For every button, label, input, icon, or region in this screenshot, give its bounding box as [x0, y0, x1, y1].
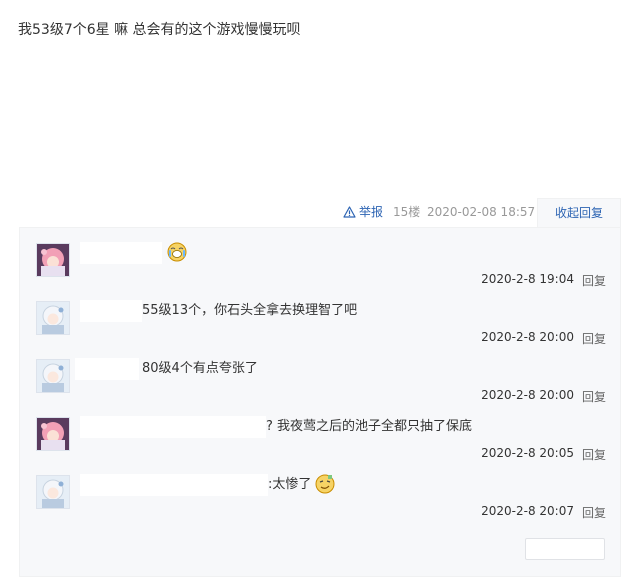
- post-content: 我53级7个6星 嘛 总会有的这个游戏慢慢玩呗: [18, 22, 301, 38]
- reply-text: 55级13个，你石头全拿去换理智了吧: [142, 303, 358, 318]
- reply-time: 2020-2-8 19:04: [481, 272, 574, 286]
- reply-time: 2020-2-8 20:05: [481, 446, 574, 460]
- smug-face-emoji: [314, 473, 336, 495]
- reply-item: 80级4个有点夸张了 2020-2-8 20:00 回复: [20, 344, 620, 404]
- reply-input-box[interactable]: [525, 538, 605, 560]
- reply-item: ? 我夜莺之后的池子全都只抽了保底 2020-2-8 20:05 回复: [20, 402, 620, 462]
- report-button[interactable]: 举报: [343, 198, 383, 226]
- reply-text: ? 我夜莺之后的池子全都只抽了保底: [266, 419, 473, 434]
- username-redacted[interactable]: [80, 416, 266, 438]
- reply-item: 55级13个，你石头全拿去换理智了吧 2020-2-8 20:00 回复: [20, 286, 620, 346]
- reply-panel: 2020-2-8 19:04 回复 55级13个，你石头全拿去换理智了吧 202…: [19, 227, 621, 577]
- reply-link[interactable]: 回复: [582, 504, 606, 521]
- reply-text: 80级4个有点夸张了: [142, 361, 258, 376]
- username-redacted[interactable]: [75, 358, 139, 380]
- reply-time: 2020-2-8 20:00: [481, 330, 574, 344]
- reply-item: :太惨了 2020-2-8 20:07 回复: [20, 460, 620, 521]
- reply-time: 2020-2-8 20:00: [481, 388, 574, 402]
- white-hair-avatar[interactable]: [36, 475, 70, 509]
- white-hair-avatar[interactable]: [36, 359, 70, 393]
- post-meta-bar: 举报 15楼 2020-02-08 18:57 收起回复: [0, 198, 630, 228]
- reply-item: 2020-2-8 19:04 回复: [20, 228, 620, 288]
- pink-hair-avatar[interactable]: [36, 243, 70, 277]
- reply-time: 2020-2-8 20:07: [481, 504, 574, 518]
- crying-face-emoji: [166, 241, 188, 263]
- username-redacted[interactable]: [80, 300, 142, 322]
- collapse-replies-tab[interactable]: 收起回复: [537, 198, 621, 228]
- pink-hair-avatar[interactable]: [36, 417, 70, 451]
- report-label: 举报: [359, 205, 384, 219]
- username-redacted[interactable]: [80, 474, 268, 496]
- floor-number: 15楼: [393, 205, 421, 219]
- white-hair-avatar[interactable]: [36, 301, 70, 335]
- username-redacted[interactable]: [80, 242, 162, 264]
- post-timestamp: 2020-02-08 18:57: [427, 205, 536, 219]
- warning-icon: [343, 206, 356, 218]
- reply-text: :太惨了: [268, 477, 312, 492]
